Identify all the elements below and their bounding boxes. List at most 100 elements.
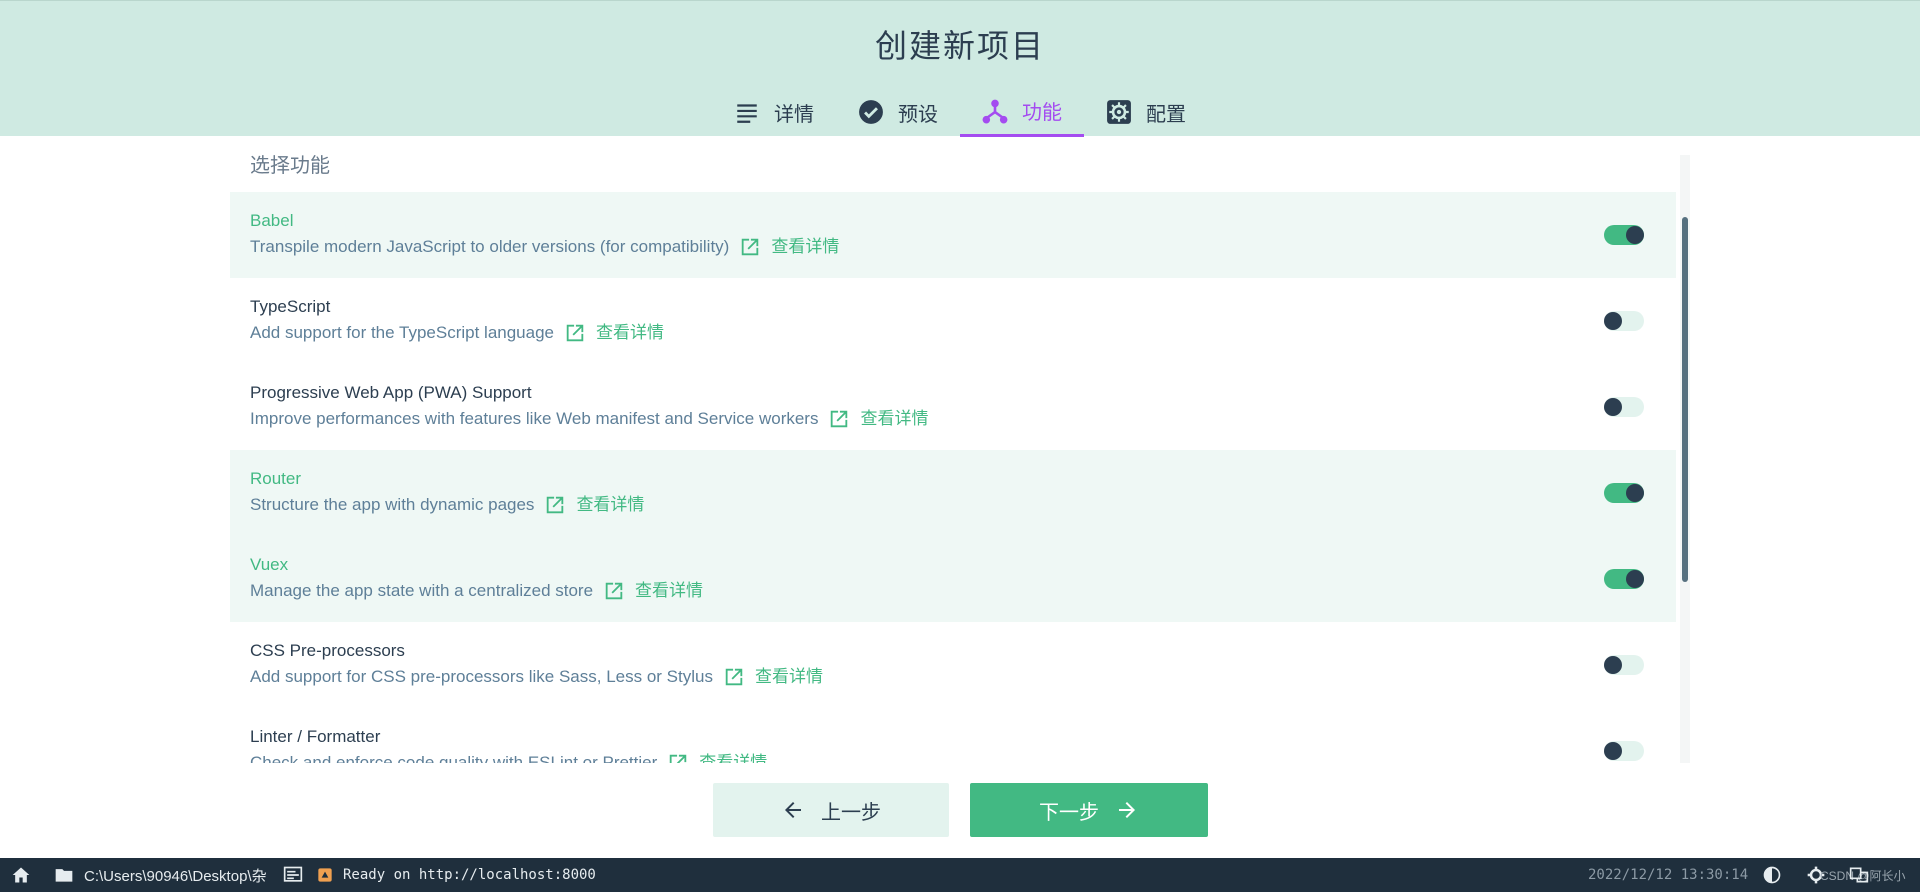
tab-details[interactable]: 详情 — [712, 87, 836, 137]
next-button[interactable]: 下一步 — [970, 783, 1208, 837]
check-circle-icon — [858, 99, 884, 125]
feature-name: CSS Pre-processors — [250, 641, 405, 660]
more-info-link[interactable]: 查看详情 — [828, 408, 928, 430]
datetime: 2022/12/12 13:30:14 — [1588, 858, 1748, 892]
vuex-toggle[interactable] — [1604, 569, 1644, 589]
external-link-icon — [566, 324, 584, 342]
toggle-knob — [1604, 656, 1622, 674]
fork-icon — [982, 98, 1008, 124]
feature-description: Improve performances with features like … — [250, 408, 1656, 430]
more-info-label: 查看详情 — [635, 581, 704, 601]
home-icon — [12, 867, 30, 883]
feature-description: Manage the app state with a centralized … — [250, 580, 1656, 602]
gear-icon — [1106, 99, 1132, 125]
arrow-right-icon — [1119, 802, 1135, 818]
feature-description-text: Improve performances with features like … — [250, 409, 819, 428]
more-info-link[interactable]: 查看详情 — [739, 236, 839, 258]
more-info-link[interactable]: 查看详情 — [723, 666, 823, 688]
previous-button[interactable]: 上一步 — [713, 783, 949, 837]
toggle-knob — [1626, 570, 1644, 588]
theme-toggle[interactable] — [1762, 858, 1782, 892]
babel-toggle[interactable] — [1604, 225, 1644, 245]
server-status-text: Ready on http://localhost:8000 — [343, 867, 596, 883]
tab-label: 详情 — [774, 101, 814, 126]
feature-name: Linter / Formatter — [250, 727, 381, 746]
more-info-label: 查看详情 — [754, 667, 823, 687]
feature-name: Router — [250, 469, 302, 488]
feature-description-text: Transpile modern JavaScript to older ver… — [250, 237, 730, 256]
feature-name: TypeScript — [250, 297, 331, 316]
toggle-knob — [1604, 398, 1622, 416]
console-icon — [283, 866, 303, 882]
typescript-toggle[interactable] — [1604, 311, 1644, 331]
features-panel: 选择功能 Babel Transpile modern JavaScript t… — [230, 155, 1690, 763]
folder-path-text: C:\Users\90946\Desktop\杂 — [84, 867, 267, 885]
more-info-link[interactable]: 查看详情 — [564, 322, 664, 344]
more-info-label: 查看详情 — [771, 237, 840, 257]
toggle-knob — [1626, 226, 1644, 244]
feature-description: Add support for CSS pre-processors like … — [250, 666, 1656, 688]
more-info-label: 查看详情 — [596, 323, 664, 343]
console-button[interactable] — [283, 858, 303, 892]
feature-name: Progressive Web App (PWA) Support — [250, 383, 532, 402]
css-preprocessors-toggle[interactable] — [1604, 655, 1644, 675]
feature-description-text: Check and enforce code quality with ESLi… — [250, 753, 658, 763]
toggle-knob — [1626, 484, 1644, 502]
feature-description: Add support for the TypeScript language … — [250, 322, 1656, 344]
header: 创建新项目 详情 预设 功能 配置 — [0, 0, 1920, 137]
more-info-link[interactable]: 查看详情 — [667, 752, 767, 763]
feature-description-text: Add support for the TypeScript language — [250, 323, 554, 342]
external-link-icon — [547, 496, 564, 514]
datetime-text: 2022/12/12 13:30:14 — [1588, 867, 1749, 883]
list-icon — [734, 99, 760, 125]
status-bar: C:\Users\90946\Desktop\杂 Ready on http:/… — [0, 858, 1920, 892]
more-info-label: 查看详情 — [699, 753, 768, 763]
folder-path[interactable]: C:\Users\90946\Desktop\杂 — [54, 858, 267, 892]
previous-label: 上一步 — [821, 799, 881, 824]
scrollbar[interactable] — [1680, 155, 1690, 763]
feature-description-text: Add support for CSS pre-processors like … — [250, 667, 713, 686]
tab-label: 预设 — [898, 101, 938, 126]
tab-label: 功能 — [1022, 100, 1062, 124]
toggle-knob — [1604, 312, 1622, 330]
router-toggle[interactable] — [1604, 483, 1644, 503]
external-link-icon — [742, 238, 759, 256]
more-info-link[interactable]: 查看详情 — [544, 494, 644, 516]
language-button[interactable] — [1849, 858, 1869, 892]
more-info-link[interactable]: 查看详情 — [603, 580, 703, 602]
feature-description: Check and enforce code quality with ESLi… — [250, 752, 1656, 763]
server-status: Ready on http://localhost:8000 — [317, 858, 596, 892]
external-link-icon — [725, 668, 743, 686]
more-info-label: 查看详情 — [576, 495, 645, 515]
feature-name: Vuex — [250, 555, 289, 574]
feature-css-preprocessors[interactable]: CSS Pre-processors Add support for CSS p… — [230, 622, 1676, 708]
feature-vuex[interactable]: Vuex Manage the app state with a central… — [230, 536, 1676, 622]
feature-linter[interactable]: Linter / Formatter Check and enforce cod… — [230, 708, 1676, 763]
step-tabs: 详情 预设 功能 配置 — [0, 87, 1920, 137]
feature-typescript[interactable]: TypeScript Add support for the TypeScrip… — [230, 278, 1676, 364]
feature-router[interactable]: Router Structure the app with dynamic pa… — [230, 450, 1676, 536]
linter-toggle[interactable] — [1604, 741, 1644, 761]
feature-pwa[interactable]: Progressive Web App (PWA) Support Improv… — [230, 364, 1676, 450]
tab-features[interactable]: 功能 — [960, 87, 1084, 137]
toggle-knob — [1604, 742, 1622, 760]
feature-name: Babel — [250, 211, 294, 230]
translate-icon — [1849, 867, 1869, 883]
home-button[interactable] — [11, 858, 31, 892]
external-link-icon — [670, 754, 687, 763]
more-info-label: 查看详情 — [860, 409, 929, 429]
section-title: 选择功能 — [250, 155, 330, 177]
tab-config[interactable]: 配置 — [1084, 87, 1208, 137]
folder-icon — [55, 869, 73, 882]
pwa-toggle[interactable] — [1604, 397, 1644, 417]
feature-babel[interactable]: Babel Transpile modern JavaScript to old… — [230, 192, 1676, 278]
feature-description: Transpile modern JavaScript to older ver… — [250, 236, 1656, 258]
scrollbar-thumb[interactable] — [1682, 217, 1688, 582]
next-label: 下一步 — [1039, 799, 1099, 824]
tab-presets[interactable]: 预设 — [836, 87, 960, 137]
page-title: 创建新项目 — [874, 27, 1045, 65]
feature-description: Structure the app with dynamic pages 查看详… — [250, 494, 1656, 516]
feature-description-text: Manage the app state with a centralized … — [250, 581, 594, 600]
external-link-icon — [831, 410, 848, 428]
contrast-icon — [1763, 866, 1781, 884]
